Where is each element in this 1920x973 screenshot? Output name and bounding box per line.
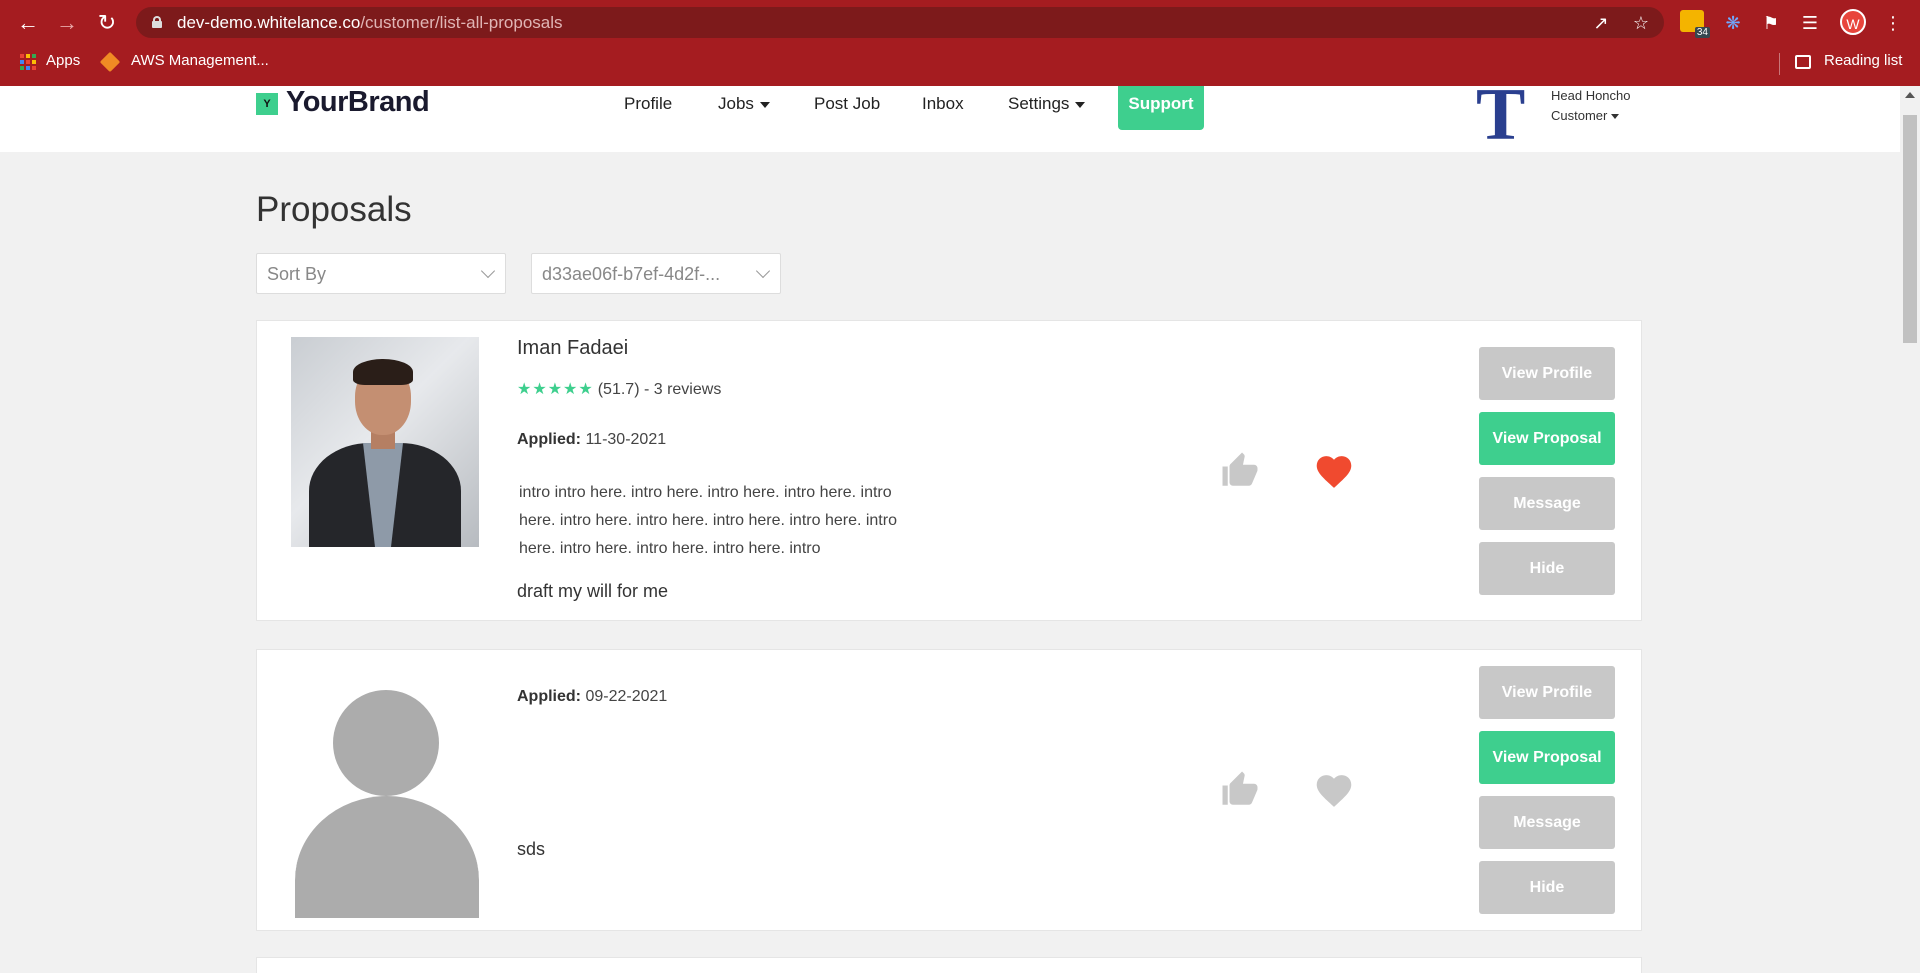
apps-grid-icon — [20, 54, 36, 70]
heart-favorite-icon[interactable] — [1313, 451, 1355, 489]
caret-down-icon — [759, 101, 770, 108]
hide-button[interactable]: Hide — [1479, 861, 1615, 914]
back-arrow-icon[interactable]: ← — [14, 9, 42, 37]
url-text[interactable]: dev-demo.whitelance.co/customer/list-all… — [177, 13, 563, 33]
caret-down-icon — [1075, 101, 1086, 108]
page-title: Proposals — [256, 190, 412, 229]
applied-label: Applied: — [517, 688, 581, 705]
user-logo-avatar[interactable]: T — [1476, 78, 1525, 152]
chevron-down-icon — [480, 263, 496, 279]
lock-icon — [152, 16, 162, 28]
view-proposal-button[interactable]: View Proposal — [1479, 412, 1615, 465]
freelancer-name[interactable]: Iman Fadaei — [517, 337, 628, 360]
nav-inbox[interactable]: Inbox — [922, 94, 964, 114]
message-button[interactable]: Message — [1479, 796, 1615, 849]
share-icon[interactable]: ↗ — [1590, 12, 1612, 34]
caret-down-icon — [1611, 114, 1620, 120]
chevron-down-icon — [755, 263, 771, 279]
applied-date-value: 09-22-2021 — [585, 688, 668, 705]
view-profile-button[interactable]: View Profile — [1479, 666, 1615, 719]
reading-list-icon — [1795, 55, 1811, 69]
extension-badge-count: 34 — [1694, 27, 1710, 38]
applied-date: Applied: 11-30-2021 — [517, 431, 666, 449]
freelancer-photo[interactable] — [291, 337, 479, 547]
user-name: Head Honcho — [1551, 88, 1631, 103]
proposal-card — [256, 957, 1642, 973]
nav-settings-label: Settings — [1008, 94, 1070, 113]
support-button[interactable]: Support — [1118, 86, 1204, 130]
puzzle-extensions-icon[interactable]: ⚑ — [1758, 10, 1784, 36]
sort-by-value: Sort By — [267, 264, 327, 284]
url-host: dev-demo.whitelance.co — [177, 13, 361, 32]
project-title: draft my will for me — [517, 581, 669, 601]
nav-jobs[interactable]: Jobs — [718, 94, 770, 114]
applied-date-value: 11-30-2021 — [585, 431, 667, 448]
browser-toolbar: ← → ↻ dev-demo.whitelance.co/customer/li… — [0, 0, 1920, 45]
project-title: sds — [517, 839, 546, 859]
gear-extension-icon[interactable]: ❋ — [1720, 10, 1746, 36]
bookmark-reading-list[interactable]: Reading list — [1824, 52, 1902, 69]
proposal-card: Applied: 09-22-2021 sds View Profile Vie… — [256, 649, 1642, 931]
user-role-dropdown[interactable]: Customer — [1551, 108, 1620, 123]
nav-profile[interactable]: Profile — [624, 94, 672, 114]
thumbs-up-icon[interactable] — [1219, 768, 1261, 810]
rating-stars: ★★★★★ (51.7) - 3 reviews — [517, 379, 721, 399]
thumbs-up-icon[interactable] — [1219, 449, 1261, 491]
user-role-label: Customer — [1551, 108, 1608, 123]
nav-jobs-label: Jobs — [718, 94, 754, 113]
applied-label: Applied: — [517, 431, 581, 448]
view-proposal-button[interactable]: View Proposal — [1479, 731, 1615, 784]
bookmark-aws[interactable]: AWS Management... — [131, 52, 269, 69]
star-icons: ★★★★★ — [517, 381, 594, 398]
bookmark-apps[interactable]: Apps — [46, 52, 80, 69]
hide-button[interactable]: Hide — [1479, 542, 1615, 595]
profile-avatar[interactable]: W — [1840, 9, 1866, 35]
logo-text[interactable]: YourBrand — [286, 86, 430, 119]
logo-mark[interactable]: Y — [256, 93, 278, 115]
heart-favorite-icon[interactable] — [1313, 770, 1355, 808]
rating-text: (51.7) - 3 reviews — [597, 381, 722, 398]
applied-date: Applied: 09-22-2021 — [517, 688, 667, 706]
kebab-menu-icon[interactable]: ⋮ — [1880, 10, 1906, 36]
scrollbar-thumb[interactable] — [1903, 115, 1917, 343]
proposal-intro: intro intro here. intro here. intro here… — [519, 484, 897, 557]
bookmark-star-icon[interactable]: ☆ — [1630, 12, 1652, 34]
nav-settings[interactable]: Settings — [1008, 94, 1086, 114]
job-filter-select[interactable]: d33ae06f-b7ef-4d2f-... — [531, 253, 781, 294]
address-bar[interactable]: dev-demo.whitelance.co/customer/list-all… — [136, 7, 1664, 38]
nav-post-job[interactable]: Post Job — [814, 94, 880, 114]
media-queue-icon[interactable]: ☰ — [1797, 10, 1823, 36]
view-profile-button[interactable]: View Profile — [1479, 347, 1615, 400]
default-avatar-icon[interactable] — [295, 690, 479, 918]
reload-icon[interactable]: ↻ — [93, 9, 121, 37]
forward-arrow-icon[interactable]: → — [53, 9, 81, 37]
proposal-card: Iman Fadaei ★★★★★ (51.7) - 3 reviews Appl… — [256, 320, 1642, 621]
url-path: /customer/list-all-proposals — [360, 13, 563, 32]
job-filter-value: d33ae06f-b7ef-4d2f-... — [542, 264, 721, 284]
sort-by-select[interactable]: Sort By — [256, 253, 506, 294]
scroll-up-arrow-icon[interactable] — [1905, 92, 1915, 98]
bookmark-divider — [1779, 53, 1780, 75]
message-button[interactable]: Message — [1479, 477, 1615, 530]
extension-badge-icon[interactable]: 34 — [1680, 10, 1710, 38]
